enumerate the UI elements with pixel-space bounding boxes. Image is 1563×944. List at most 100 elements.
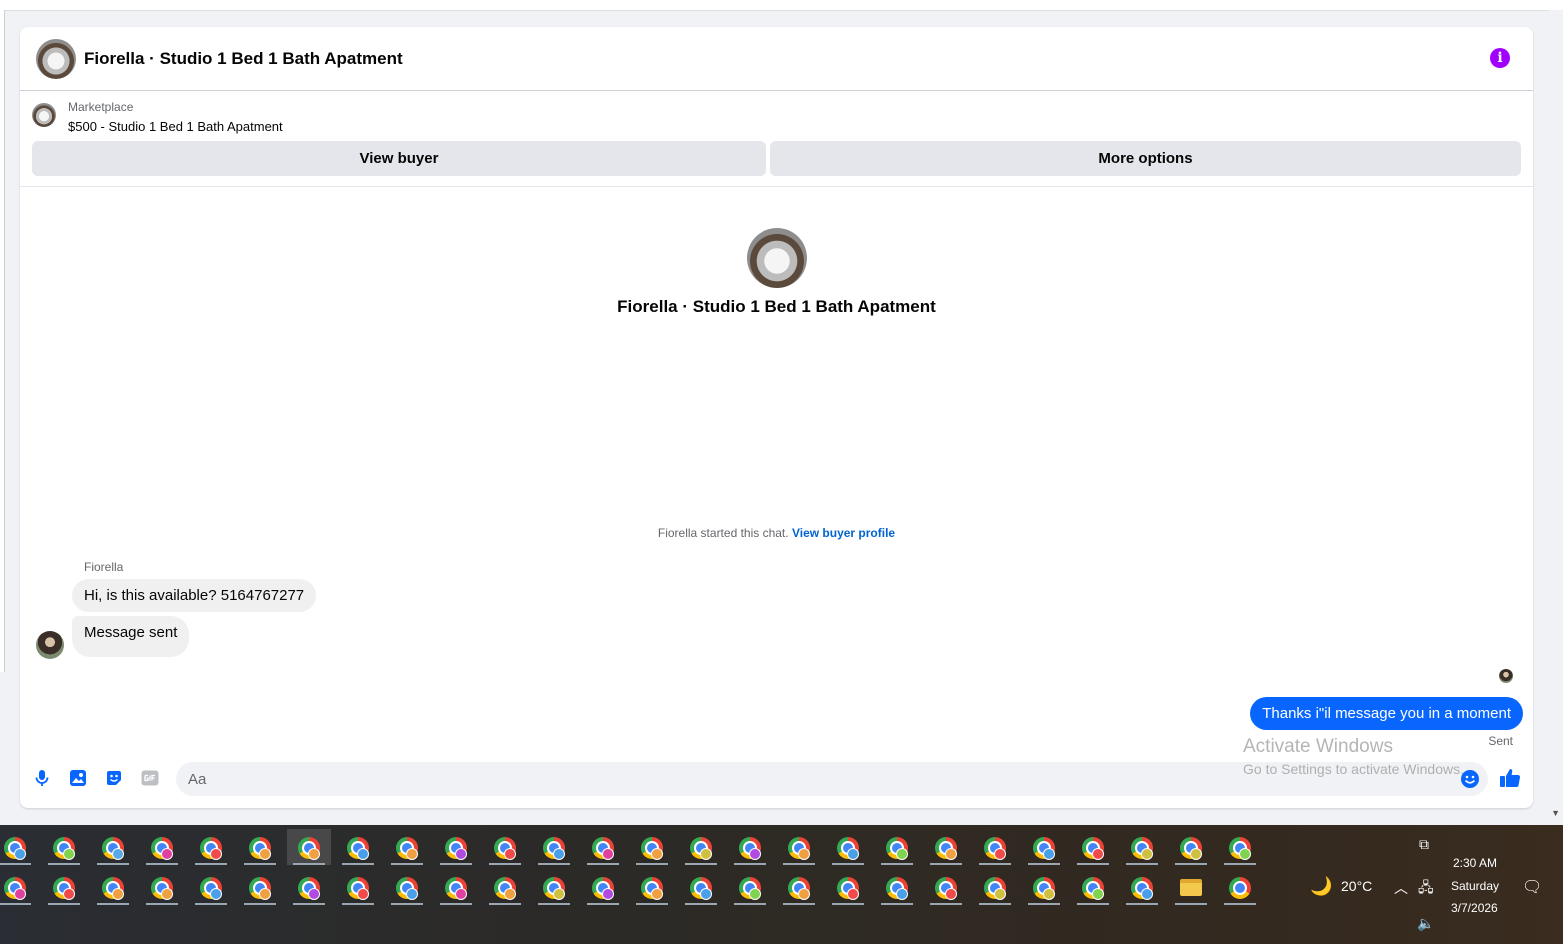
running-indicator: [195, 903, 227, 905]
notification-icon[interactable]: 🗨: [1522, 877, 1542, 897]
chat-panel: Fiorella · Studio 1 Bed 1 Bath Apatment …: [20, 27, 1533, 808]
clock-day[interactable]: Saturday: [1451, 879, 1499, 893]
moon-icon[interactable]: 🌙: [1310, 876, 1332, 897]
chrome-taskbar-button[interactable]: [483, 829, 527, 865]
profile-badge-icon: [651, 848, 663, 860]
chat-title[interactable]: Fiorella · Studio 1 Bed 1 Bath Apatment: [84, 49, 403, 69]
chrome-taskbar-button[interactable]: [875, 869, 919, 905]
chrome-taskbar-button[interactable]: [581, 869, 625, 905]
profile-badge-icon: [553, 848, 565, 860]
photo-icon[interactable]: [68, 768, 88, 788]
chrome-taskbar-button[interactable]: [189, 869, 233, 905]
thumbs-up-icon[interactable]: [1498, 766, 1522, 790]
microphone-icon[interactable]: [32, 768, 52, 788]
chrome-taskbar-button[interactable]: [434, 869, 478, 905]
chrome-taskbar-button[interactable]: [287, 829, 331, 865]
chrome-taskbar-button[interactable]: [777, 869, 821, 905]
clock-time[interactable]: 2:30 AM: [1453, 856, 1497, 870]
info-icon[interactable]: i: [1490, 48, 1510, 68]
profile-badge-icon: [602, 848, 614, 860]
chrome-taskbar-button[interactable]: [679, 829, 723, 865]
chrome-taskbar-button[interactable]: [238, 829, 282, 865]
chat-avatar[interactable]: [36, 39, 76, 79]
profile-badge-icon: [896, 848, 908, 860]
chrome-taskbar-button[interactable]: [875, 829, 919, 865]
chrome-taskbar-button[interactable]: [0, 869, 37, 905]
chrome-taskbar-button[interactable]: [1169, 829, 1213, 865]
chrome-taskbar-button[interactable]: [91, 829, 135, 865]
scrollbar[interactable]: [1549, 10, 1563, 824]
chrome-taskbar-button[interactable]: [385, 829, 429, 865]
intro-avatar[interactable]: [747, 228, 807, 288]
network-icon[interactable]: 🖧: [1418, 877, 1434, 901]
chrome-taskbar-button[interactable]: [1022, 829, 1066, 865]
running-indicator: [0, 863, 31, 865]
chrome-taskbar-button[interactable]: [1071, 829, 1115, 865]
message-out[interactable]: Thanks i"il message you in a moment: [1250, 697, 1523, 730]
chrome-taskbar-button[interactable]: [189, 829, 233, 865]
scroll-down-arrow-icon[interactable]: ▼: [1551, 808, 1560, 818]
chrome-taskbar-button[interactable]: [42, 869, 86, 905]
gif-icon[interactable]: [140, 768, 160, 788]
listing-title[interactable]: $500 - Studio 1 Bed 1 Bath Apatment: [68, 119, 283, 134]
running-indicator: [293, 903, 325, 905]
chrome-taskbar-button[interactable]: [483, 869, 527, 905]
message-in-2[interactable]: Message sent: [72, 616, 190, 657]
chrome-taskbar-button[interactable]: [532, 829, 576, 865]
sticker-icon[interactable]: [104, 768, 124, 788]
chrome-taskbar-button[interactable]: [728, 869, 772, 905]
chrome-taskbar-button[interactable]: [287, 869, 331, 905]
profile-badge-icon: [1141, 888, 1153, 900]
chrome-taskbar-button[interactable]: [1071, 869, 1115, 905]
chrome-taskbar-button[interactable]: [728, 829, 772, 865]
running-indicator: [489, 903, 521, 905]
profile-badge-icon: [308, 848, 320, 860]
chrome-taskbar-button[interactable]: [1218, 869, 1262, 905]
chrome-taskbar-button[interactable]: [924, 829, 968, 865]
chrome-taskbar-button[interactable]: [532, 869, 576, 905]
chrome-taskbar-button[interactable]: [581, 829, 625, 865]
volume-icon[interactable]: 🔈: [1417, 915, 1434, 932]
chrome-taskbar-button[interactable]: [434, 829, 478, 865]
chrome-taskbar-button[interactable]: [1120, 829, 1164, 865]
chrome-taskbar-button[interactable]: [238, 869, 282, 905]
chrome-taskbar-button[interactable]: [777, 829, 821, 865]
meet-now-icon[interactable]: ⧉: [1419, 836, 1429, 853]
message-input[interactable]: [176, 762, 1488, 796]
chrome-taskbar-button[interactable]: [336, 829, 380, 865]
chrome-taskbar-button[interactable]: [385, 869, 429, 905]
sender-avatar[interactable]: [36, 631, 64, 659]
chrome-taskbar-button[interactable]: [630, 829, 674, 865]
chrome-taskbar-button[interactable]: [42, 829, 86, 865]
chrome-taskbar-button[interactable]: [973, 869, 1017, 905]
chevron-up-icon[interactable]: ︿: [1394, 878, 1408, 898]
read-receipt-avatar: [1499, 669, 1513, 683]
chrome-taskbar-button[interactable]: [1120, 869, 1164, 905]
chrome-taskbar-button[interactable]: [924, 869, 968, 905]
chrome-taskbar-button[interactable]: [91, 869, 135, 905]
chrome-taskbar-button[interactable]: [826, 869, 870, 905]
listing-source: Marketplace: [68, 100, 134, 114]
chrome-taskbar-button[interactable]: [630, 869, 674, 905]
chrome-taskbar-button[interactable]: [140, 829, 184, 865]
more-options-button[interactable]: More options: [770, 141, 1521, 176]
view-buyer-button[interactable]: View buyer: [32, 141, 766, 176]
running-indicator: [342, 903, 374, 905]
clock-date[interactable]: 3/7/2026: [1451, 901, 1498, 915]
chrome-taskbar-button[interactable]: [140, 869, 184, 905]
chrome-taskbar-button[interactable]: [973, 829, 1017, 865]
weather-temperature[interactable]: 20°C: [1341, 878, 1372, 894]
file-explorer-taskbar-button[interactable]: [1169, 869, 1213, 905]
message-in-1[interactable]: Hi, is this available? 5164767277: [72, 579, 317, 612]
emoji-icon[interactable]: [1460, 769, 1480, 789]
chrome-taskbar-button[interactable]: [0, 829, 37, 865]
chrome-taskbar-button[interactable]: [1218, 829, 1262, 865]
chrome-taskbar-button[interactable]: [336, 869, 380, 905]
chrome-taskbar-button[interactable]: [1022, 869, 1066, 905]
running-indicator: [734, 863, 766, 865]
chrome-taskbar-button[interactable]: [679, 869, 723, 905]
listing-thumbnail[interactable]: [32, 103, 56, 127]
view-buyer-profile-link[interactable]: View buyer profile: [792, 526, 895, 540]
running-indicator: [832, 863, 864, 865]
chrome-taskbar-button[interactable]: [826, 829, 870, 865]
